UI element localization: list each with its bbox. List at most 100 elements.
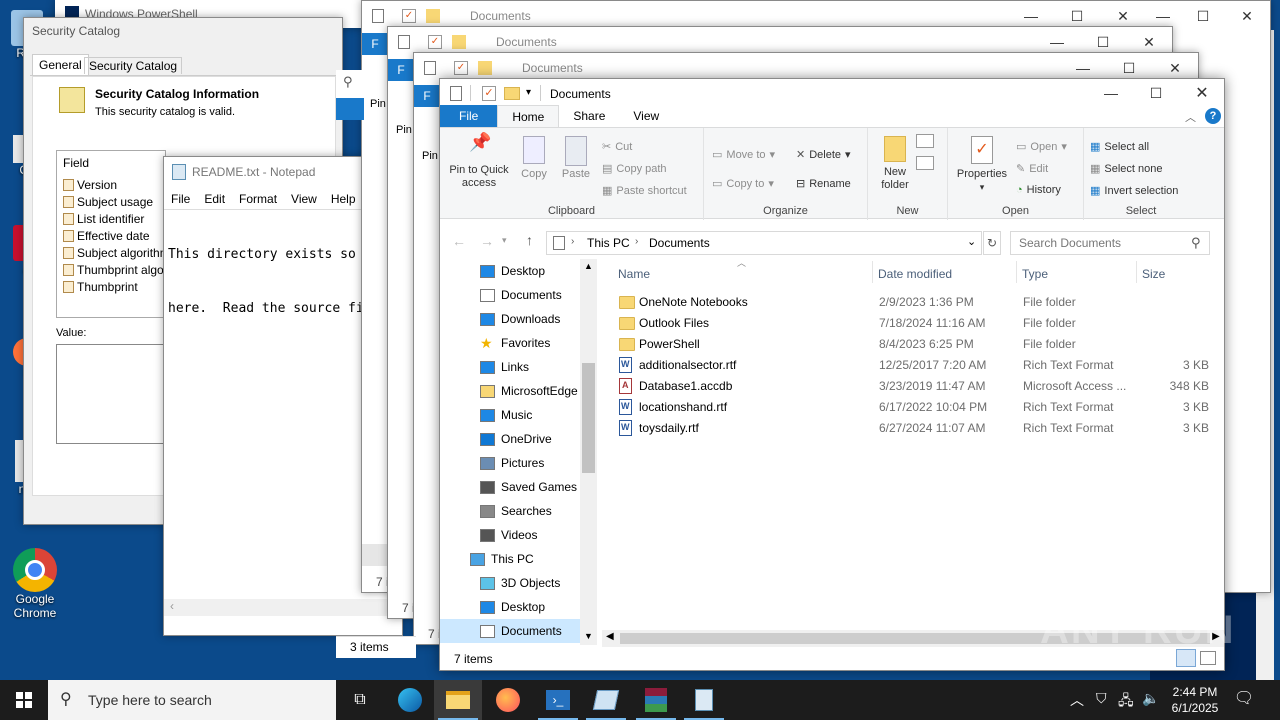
- menu-edit[interactable]: Edit: [197, 189, 232, 209]
- close-button[interactable]: ✕: [1179, 79, 1225, 107]
- file-row[interactable]: locationshand.rtf 6/17/2022 10:04 PM Rich …: [615, 397, 1215, 418]
- nav-item[interactable]: This PC: [440, 547, 580, 571]
- nav-item[interactable]: Documents: [440, 619, 580, 643]
- field-row[interactable]: Thumbprint: [63, 280, 138, 294]
- help-icon[interactable]: ?: [1205, 108, 1221, 124]
- nav-item[interactable]: MicrosoftEdge: [440, 379, 580, 403]
- tab-file[interactable]: File: [440, 105, 498, 127]
- desktop-icon-chrome[interactable]: Google Chrome: [0, 548, 70, 620]
- file-row[interactable]: OneNote Notebooks 2/9/2023 1:36 PM File fo…: [615, 292, 1215, 313]
- field-row[interactable]: Version: [63, 178, 117, 192]
- taskbar-firefox[interactable]: [484, 680, 532, 720]
- nav-item[interactable]: Saved Games: [440, 475, 580, 499]
- properties-button[interactable]: ✓ Properties ▾: [954, 136, 1010, 194]
- rename-button[interactable]: ⊟ Rename: [796, 177, 851, 191]
- recent-locations-icon[interactable]: ▾: [502, 235, 507, 246]
- scroll-down-icon[interactable]: ▼: [584, 631, 593, 641]
- open-button[interactable]: ▭ Open ▾: [1016, 140, 1067, 154]
- field-row[interactable]: Subject usage: [63, 195, 153, 209]
- breadcrumb-documents[interactable]: Documents: [649, 236, 710, 250]
- edit-button[interactable]: ✎ Edit: [1016, 162, 1048, 176]
- new-folder-button[interactable]: New folder: [874, 136, 916, 192]
- tab-security-catalog[interactable]: Security Catalog: [84, 57, 183, 74]
- value-box[interactable]: [56, 344, 166, 444]
- breadcrumb-this-pc[interactable]: This PC: [587, 236, 630, 250]
- chevron-up-icon[interactable]: ︿: [1070, 690, 1084, 710]
- pin-to-quick-access-button[interactable]: 📌 Pin to Quick access: [446, 133, 512, 190]
- select-all-button[interactable]: ▦ Select all: [1090, 140, 1149, 154]
- checkmark-icon[interactable]: ✓: [482, 86, 496, 101]
- easy-access-icon[interactable]: [916, 156, 934, 170]
- tab-view[interactable]: View: [619, 105, 673, 127]
- nav-scrollbar-thumb[interactable]: [582, 363, 595, 473]
- refresh-icon[interactable]: ↻: [983, 231, 1001, 255]
- chevron-down-icon[interactable]: ▾: [526, 87, 531, 98]
- volume-icon[interactable]: 🔈: [1142, 690, 1159, 707]
- large-icons-view-icon[interactable]: [1200, 651, 1216, 665]
- nav-scrollbar[interactable]: ▲ ▼: [580, 259, 597, 645]
- field-row[interactable]: Effective date: [63, 229, 150, 243]
- clock[interactable]: 2:44 PM 6/1/2025: [1168, 684, 1222, 716]
- forward-icon[interactable]: →: [480, 233, 494, 249]
- paste-shortcut-button[interactable]: ▦ Paste shortcut: [602, 184, 687, 198]
- start-button[interactable]: [0, 680, 48, 720]
- nav-item[interactable]: Desktop: [440, 259, 580, 283]
- column-date-modified[interactable]: Date modified: [878, 261, 952, 287]
- new-folder-icon[interactable]: [504, 87, 520, 100]
- nav-item[interactable]: Music: [440, 403, 580, 427]
- nav-item[interactable]: Pictures: [440, 451, 580, 475]
- security-icon[interactable]: ⛉: [1096, 690, 1107, 707]
- tab-file[interactable]: [336, 98, 364, 120]
- copy-to-button[interactable]: ▭ Copy to ▾: [712, 177, 774, 191]
- collapse-ribbon-icon[interactable]: ︿: [1185, 109, 1196, 125]
- field-row[interactable]: Thumbprint algori: [63, 263, 165, 277]
- file-row[interactable]: toysdaily.rtf 6/27/2024 11:07 AM Rich Text…: [615, 418, 1215, 439]
- minimize-button[interactable]: —: [1088, 79, 1134, 107]
- field-row[interactable]: Subject algorithm: [63, 246, 165, 260]
- menu-file[interactable]: File: [164, 189, 197, 209]
- copy-button[interactable]: Copy: [516, 136, 552, 181]
- menu-format[interactable]: Format: [232, 189, 284, 209]
- taskbar-file-explorer[interactable]: [434, 680, 482, 720]
- search-icon[interactable]: ⚲: [343, 74, 353, 90]
- tab-file[interactable]: F: [414, 85, 440, 107]
- up-icon[interactable]: ↑: [526, 232, 533, 248]
- nav-item[interactable]: Documents: [440, 283, 580, 307]
- taskbar-edge[interactable]: [386, 680, 434, 720]
- tab-file[interactable]: F: [388, 59, 414, 81]
- notepad-hscrollbar[interactable]: ‹: [164, 599, 402, 616]
- taskbar-certificate[interactable]: [582, 680, 630, 720]
- search-input[interactable]: Search Documents ⚲: [1010, 231, 1210, 255]
- nav-item[interactable]: Links: [440, 355, 580, 379]
- network-icon[interactable]: 🖧: [1118, 690, 1134, 714]
- copy-path-button[interactable]: ▤ Copy path: [602, 162, 667, 176]
- tab-share[interactable]: Share: [559, 105, 619, 127]
- tab-general[interactable]: General: [32, 54, 89, 75]
- notifications-icon[interactable]: 🗨: [1232, 688, 1256, 712]
- nav-item[interactable]: OneDrive: [440, 427, 580, 451]
- nav-item[interactable]: Downloads: [440, 307, 580, 331]
- scroll-up-icon[interactable]: ▲: [584, 261, 593, 271]
- chevron-down-icon[interactable]: ⌄: [967, 235, 976, 248]
- maximize-button[interactable]: ☐: [1180, 1, 1226, 31]
- column-size[interactable]: Size: [1142, 261, 1165, 287]
- nav-item[interactable]: Searches: [440, 499, 580, 523]
- close-button[interactable]: ✕: [1224, 1, 1270, 31]
- paste-button[interactable]: Paste: [558, 136, 594, 181]
- task-view-button[interactable]: ⧉: [336, 680, 384, 720]
- file-row[interactable]: Outlook Files 7/18/2024 11:16 AM File fold…: [615, 313, 1215, 334]
- nav-item[interactable]: Desktop: [440, 595, 580, 619]
- column-type[interactable]: Type: [1022, 261, 1048, 287]
- delete-button[interactable]: ✕ Delete ▾: [796, 148, 851, 162]
- taskbar-search-box[interactable]: ⚲ Type here to search: [48, 680, 336, 720]
- taskbar-notepad[interactable]: [680, 680, 728, 720]
- taskbar-winrar[interactable]: [632, 680, 680, 720]
- taskbar-powershell[interactable]: ›_: [534, 680, 582, 720]
- file-row[interactable]: PowerShell 8/4/2023 6:25 PM File folder: [615, 334, 1215, 355]
- nav-item[interactable]: 3D Objects: [440, 571, 580, 595]
- menu-view[interactable]: View: [284, 189, 324, 209]
- tab-home[interactable]: Home: [497, 105, 560, 127]
- address-bar[interactable]: › This PC › Documents ⌄: [546, 231, 982, 255]
- scroll-left-icon[interactable]: ‹: [170, 599, 174, 613]
- tab-file[interactable]: F: [362, 33, 388, 55]
